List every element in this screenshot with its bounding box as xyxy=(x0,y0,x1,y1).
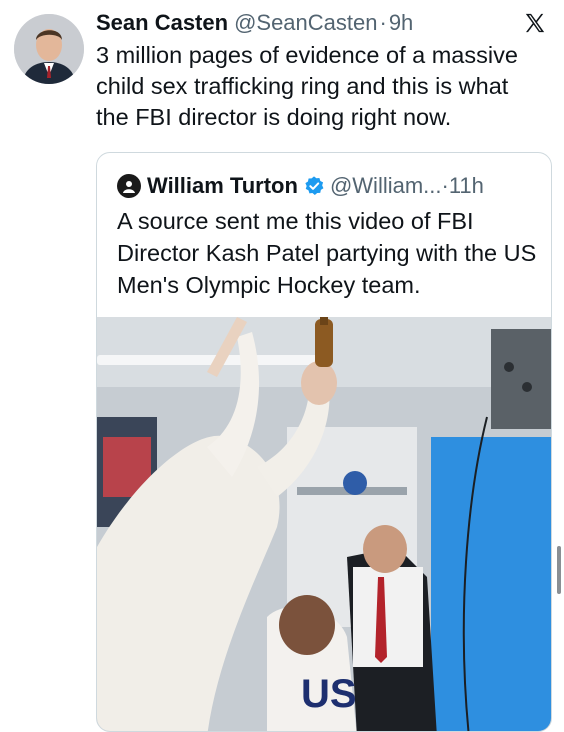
tweet-text: 3 million pages of evidence of a massive… xyxy=(96,42,518,130)
quoted-author-avatar[interactable] xyxy=(117,174,141,198)
scrollbar-thumb[interactable] xyxy=(557,546,561,594)
tweet-timestamp[interactable]: 9h xyxy=(389,10,413,36)
author-avatar[interactable] xyxy=(14,14,84,84)
quoted-author-handle[interactable]: @William... xyxy=(330,173,442,199)
avatar-glyph-icon xyxy=(123,181,135,193)
video-media[interactable]: US xyxy=(97,317,551,731)
quoted-tweet[interactable]: William Turton @William... · 11h A sourc… xyxy=(96,152,552,732)
svg-text:US: US xyxy=(301,672,357,716)
author-name[interactable]: Sean Casten xyxy=(96,10,228,36)
tweet-header: Sean Casten @SeanCasten · 9h xyxy=(96,8,544,38)
quoted-tweet-header: William Turton @William... · 11h xyxy=(117,171,539,201)
quoted-tweet-text: A source sent me this video of FBI Direc… xyxy=(117,208,537,298)
quoted-author-name[interactable]: William Turton xyxy=(147,173,298,199)
author-handle[interactable]: @SeanCasten xyxy=(234,10,377,36)
quoted-tweet-timestamp[interactable]: 11h xyxy=(449,173,484,199)
separator-dot: · xyxy=(379,10,387,35)
video-still-image: US xyxy=(97,317,551,731)
avatar-photo xyxy=(14,14,84,84)
x-logo-icon[interactable] xyxy=(524,12,546,34)
separator-dot: · xyxy=(441,173,449,198)
verified-badge-icon xyxy=(305,176,324,195)
